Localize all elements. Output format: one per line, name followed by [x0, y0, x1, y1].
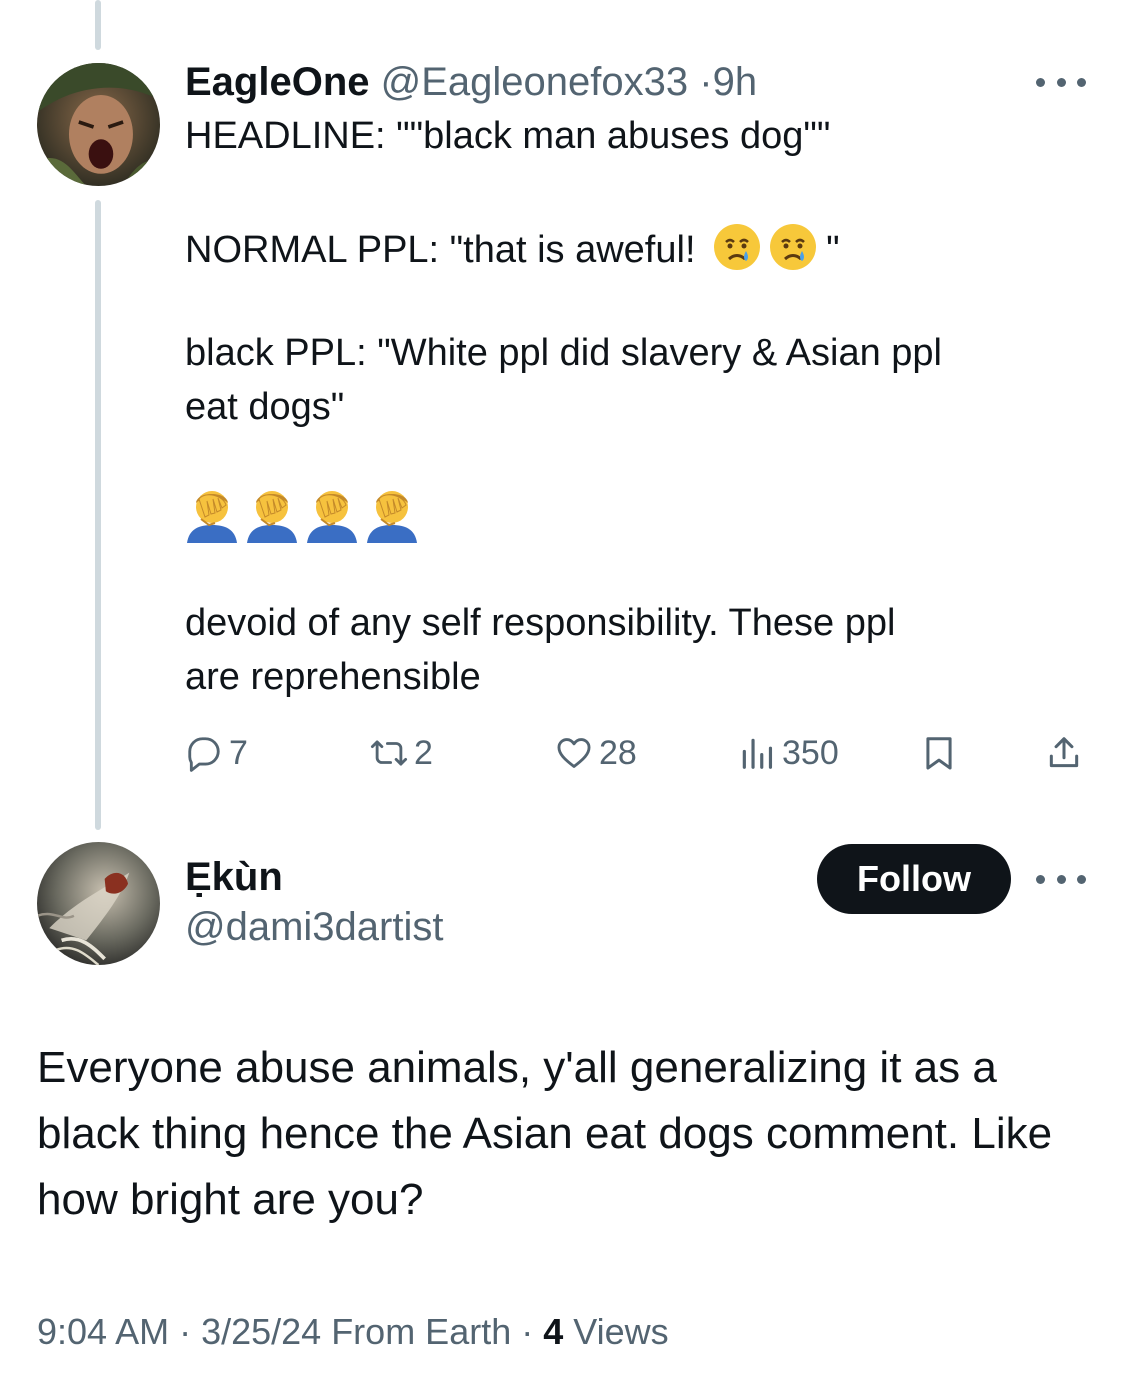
avatar-image — [37, 63, 160, 186]
tweet-text-line: black PPL: "White ppl did slavery & Asia… — [185, 332, 942, 374]
post-metadata: 9:04 AM · 3/25/24 From Earth · 4 Views — [37, 1308, 669, 1356]
tweet-text-line: devoid of any self responsibility. These… — [185, 602, 896, 644]
like-button[interactable]: 28 — [555, 728, 637, 778]
man-facepalming-emoji-icon — [307, 491, 357, 543]
post-timestamp[interactable]: 9:04 AM · 3/25/24 From Earth · — [37, 1311, 543, 1352]
tweet-text-line: eat dogs" — [185, 386, 345, 428]
share-button[interactable] — [1045, 728, 1083, 778]
views-count: 350 — [782, 733, 839, 772]
like-count: 28 — [599, 733, 637, 772]
tweet-actions: 7 2 28 350 — [185, 728, 1085, 778]
author-name[interactable]: EagleOne — [185, 60, 370, 104]
more-options-icon[interactable] — [1036, 869, 1086, 889]
crying-face-emoji-icon — [770, 224, 817, 270]
more-options-icon[interactable] — [1036, 72, 1086, 92]
tweet-text-segment: " — [826, 229, 840, 271]
avatar[interactable] — [37, 842, 160, 965]
bookmark-button[interactable] — [920, 728, 958, 778]
tweet-text-segment: NORMAL PPL: "that is aweful! — [185, 229, 707, 271]
man-facepalming-emoji-icon — [367, 491, 417, 543]
man-facepalming-emoji-icon — [187, 491, 237, 543]
reply-icon — [188, 737, 220, 772]
reply-button[interactable]: 7 — [185, 728, 248, 778]
author-name[interactable]: Ẹkùn — [185, 852, 283, 902]
views-button[interactable]: 350 — [738, 728, 839, 778]
repost-icon — [370, 740, 408, 766]
thread-line-top — [95, 0, 101, 50]
repost-count: 2 — [414, 733, 433, 772]
repost-button[interactable]: 2 — [370, 728, 433, 778]
facepalm-emoji-row — [185, 485, 419, 543]
tweet-text-line: NORMAL PPL: "that is aweful! " — [185, 222, 840, 273]
bookmark-icon — [926, 737, 952, 770]
author-handle[interactable]: @Eagleonefox33 — [381, 60, 689, 104]
heart-icon — [557, 738, 591, 768]
reply-count: 7 — [229, 733, 248, 772]
follow-button[interactable]: Follow — [817, 844, 1011, 914]
thread-line — [95, 200, 101, 830]
author-handle[interactable]: @dami3dartist — [185, 902, 443, 952]
avatar[interactable] — [37, 63, 160, 186]
tweet-text-line: HEADLINE: ""black man abuses dog"" — [185, 115, 831, 157]
tweet-text-line: are reprehensible — [185, 656, 481, 698]
share-icon — [1049, 737, 1079, 768]
crying-face-emoji-icon — [714, 224, 761, 270]
views-count: 4 — [543, 1311, 564, 1352]
separator-dot: · — [699, 60, 713, 104]
tweet-header: EagleOne @Eagleonefox33 ·9h — [185, 58, 757, 106]
man-facepalming-emoji-icon — [247, 491, 297, 543]
views-chart-icon — [742, 738, 773, 769]
views-label: Views — [563, 1311, 669, 1352]
reply-text: Everyone abuse animals, y'all generalizi… — [37, 1043, 1053, 1224]
avatar-image — [37, 842, 160, 965]
post-time[interactable]: 9h — [713, 60, 758, 104]
